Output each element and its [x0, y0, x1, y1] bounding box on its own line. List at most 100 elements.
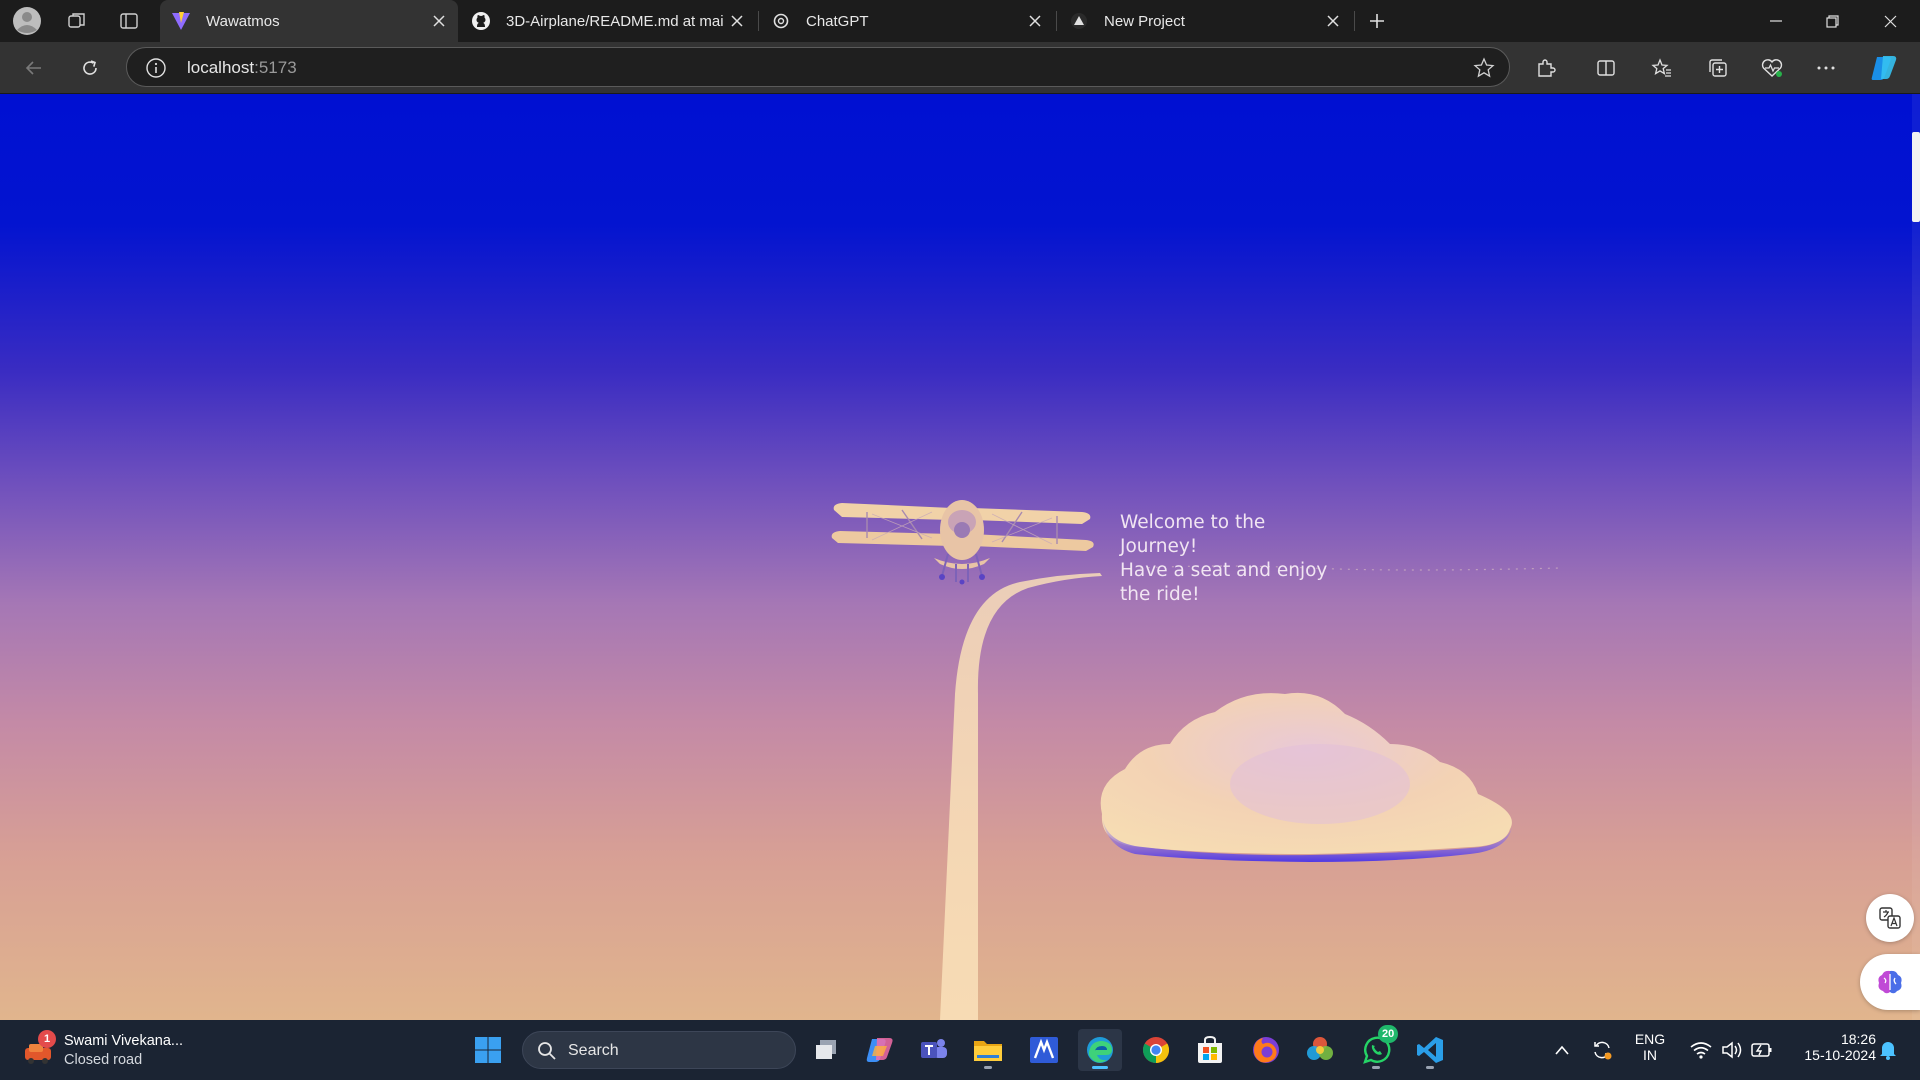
- whatsapp-button[interactable]: 20: [1354, 1025, 1399, 1071]
- profile-icon: [13, 7, 41, 35]
- browser-tab-strip: Wawatmos 3D-Airplane/README.md at main C…: [0, 0, 1920, 42]
- scrollbar-track[interactable]: [1912, 94, 1920, 1020]
- close-tab-icon[interactable]: [1320, 8, 1346, 34]
- desktop: Wawatmos 3D-Airplane/README.md at main C…: [0, 0, 1920, 1080]
- web-page-canvas[interactable]: Welcome to the Journey! Have a seat and …: [0, 94, 1920, 1020]
- tab-title: New Project: [1104, 12, 1185, 30]
- workspaces-button[interactable]: [60, 4, 94, 38]
- firefox-button[interactable]: [1244, 1029, 1288, 1071]
- collections-button[interactable]: [1700, 50, 1736, 86]
- teams-button[interactable]: [912, 1029, 956, 1071]
- address-bar[interactable]: localhost:5173: [126, 47, 1510, 87]
- tab-title: 3D-Airplane/README.md at main: [506, 12, 724, 30]
- active-indicator: [1092, 1066, 1108, 1069]
- vercel-icon: [1068, 10, 1090, 32]
- chrome-button[interactable]: [1134, 1029, 1178, 1071]
- tab-title: Wawatmos: [206, 12, 280, 30]
- notifications-button[interactable]: [1870, 1029, 1906, 1071]
- start-button[interactable]: [466, 1029, 510, 1071]
- extensions-button[interactable]: [1528, 50, 1564, 86]
- split-screen-button[interactable]: [1588, 50, 1624, 86]
- sidebar-ai-button[interactable]: [1860, 954, 1920, 1010]
- firefox-icon: [1253, 1037, 1279, 1063]
- tab-separator: [1056, 11, 1057, 31]
- browser-toolbar: localhost:5173: [0, 42, 1920, 94]
- more-dots-icon: [1817, 66, 1835, 70]
- split-screen-icon: [1597, 60, 1615, 76]
- restore-button[interactable]: [1804, 0, 1860, 42]
- show-hidden-icons-button[interactable]: [1540, 1029, 1584, 1071]
- favorite-star-icon[interactable]: [1473, 57, 1495, 79]
- running-indicator: [1426, 1066, 1434, 1069]
- scrollbar-thumb[interactable]: [1912, 132, 1920, 222]
- biplane: [831, 500, 1094, 585]
- minimize-button[interactable]: [1748, 0, 1804, 42]
- store-button[interactable]: [1188, 1029, 1232, 1071]
- file-explorer-icon: [974, 1041, 1002, 1061]
- back-arrow-icon: [25, 61, 41, 75]
- app-button[interactable]: [1022, 1029, 1066, 1071]
- sync-status-button[interactable]: [1580, 1029, 1624, 1071]
- favorites-button[interactable]: [1644, 50, 1680, 86]
- browser-essentials-button[interactable]: [1754, 50, 1790, 86]
- profile-button[interactable]: [10, 4, 44, 38]
- close-tab-icon[interactable]: [426, 8, 452, 34]
- news-title: Swami Vivekana...: [64, 1033, 184, 1049]
- translate-button[interactable]: [1866, 894, 1914, 942]
- url-port: :5173: [254, 58, 297, 77]
- settings-more-button[interactable]: [1808, 50, 1844, 86]
- tab-wawatmos[interactable]: Wawatmos: [160, 0, 458, 42]
- app-icon: [1030, 1037, 1058, 1063]
- translate-icon: [1879, 907, 1901, 929]
- windows-taskbar: 1 Swami Vivekana... Closed road Search 2…: [0, 1020, 1920, 1080]
- news-badge: 1: [38, 1030, 56, 1048]
- welcome-message: Welcome to the Journey! Have a seat and …: [1120, 511, 1350, 607]
- extensions-puzzle-icon: [1538, 59, 1556, 77]
- favorites-list-icon: [1651, 58, 1671, 77]
- windows-start-icon: [475, 1037, 501, 1063]
- back-button[interactable]: [16, 50, 52, 86]
- close-window-button[interactable]: [1862, 0, 1918, 42]
- language-indicator[interactable]: ENG IN: [1626, 1031, 1674, 1063]
- workspaces-icon: [68, 13, 85, 28]
- site-info-icon[interactable]: [145, 57, 167, 79]
- taskbar-search[interactable]: Search: [522, 1031, 796, 1069]
- new-tab-button[interactable]: [1360, 4, 1394, 38]
- close-tab-icon[interactable]: [724, 8, 750, 34]
- news-widget[interactable]: 1 Swami Vivekana... Closed road: [20, 1030, 220, 1072]
- tab-chatgpt[interactable]: ChatGPT: [760, 0, 1054, 42]
- vscode-button[interactable]: [1408, 1029, 1452, 1071]
- welcome-line: Welcome to the: [1120, 512, 1266, 533]
- url-text[interactable]: localhost:5173: [187, 58, 297, 78]
- search-icon: [538, 1042, 556, 1060]
- refresh-icon: [83, 60, 97, 75]
- minimize-icon: [1770, 20, 1782, 22]
- tab-github-readme[interactable]: 3D-Airplane/README.md at main: [460, 0, 756, 42]
- file-explorer-button[interactable]: [966, 1029, 1010, 1071]
- teams-icon: [921, 1039, 947, 1058]
- restore-icon: [1825, 14, 1839, 28]
- refresh-button[interactable]: [72, 50, 108, 86]
- cloud: [1100, 692, 1512, 862]
- volume-icon: [1722, 1041, 1742, 1059]
- edge-button[interactable]: [1078, 1029, 1122, 1071]
- battery-charging-icon: [1751, 1043, 1772, 1057]
- news-subtitle: Closed road: [64, 1052, 143, 1068]
- sync-icon: [1594, 1041, 1612, 1060]
- clock[interactable]: 18:26 15-10-2024: [1780, 1031, 1876, 1063]
- welcome-line: Journey!: [1120, 536, 1198, 557]
- task-view-icon: [816, 1040, 836, 1059]
- close-tab-icon[interactable]: [1022, 8, 1048, 34]
- quick-settings-button[interactable]: [1676, 1029, 1786, 1071]
- collections-icon: [1709, 59, 1727, 77]
- running-indicator: [984, 1066, 992, 1069]
- photos-button[interactable]: [1298, 1029, 1342, 1071]
- copilot-taskbar-button[interactable]: [858, 1029, 902, 1071]
- copilot-button[interactable]: [1866, 50, 1902, 86]
- task-view-button[interactable]: [804, 1029, 848, 1071]
- tab-new-project[interactable]: New Project: [1058, 0, 1352, 42]
- chatgpt-icon: [770, 10, 792, 32]
- copilot-icon: [866, 1038, 893, 1062]
- vertical-tabs-button[interactable]: [112, 4, 146, 38]
- github-icon: [470, 10, 492, 32]
